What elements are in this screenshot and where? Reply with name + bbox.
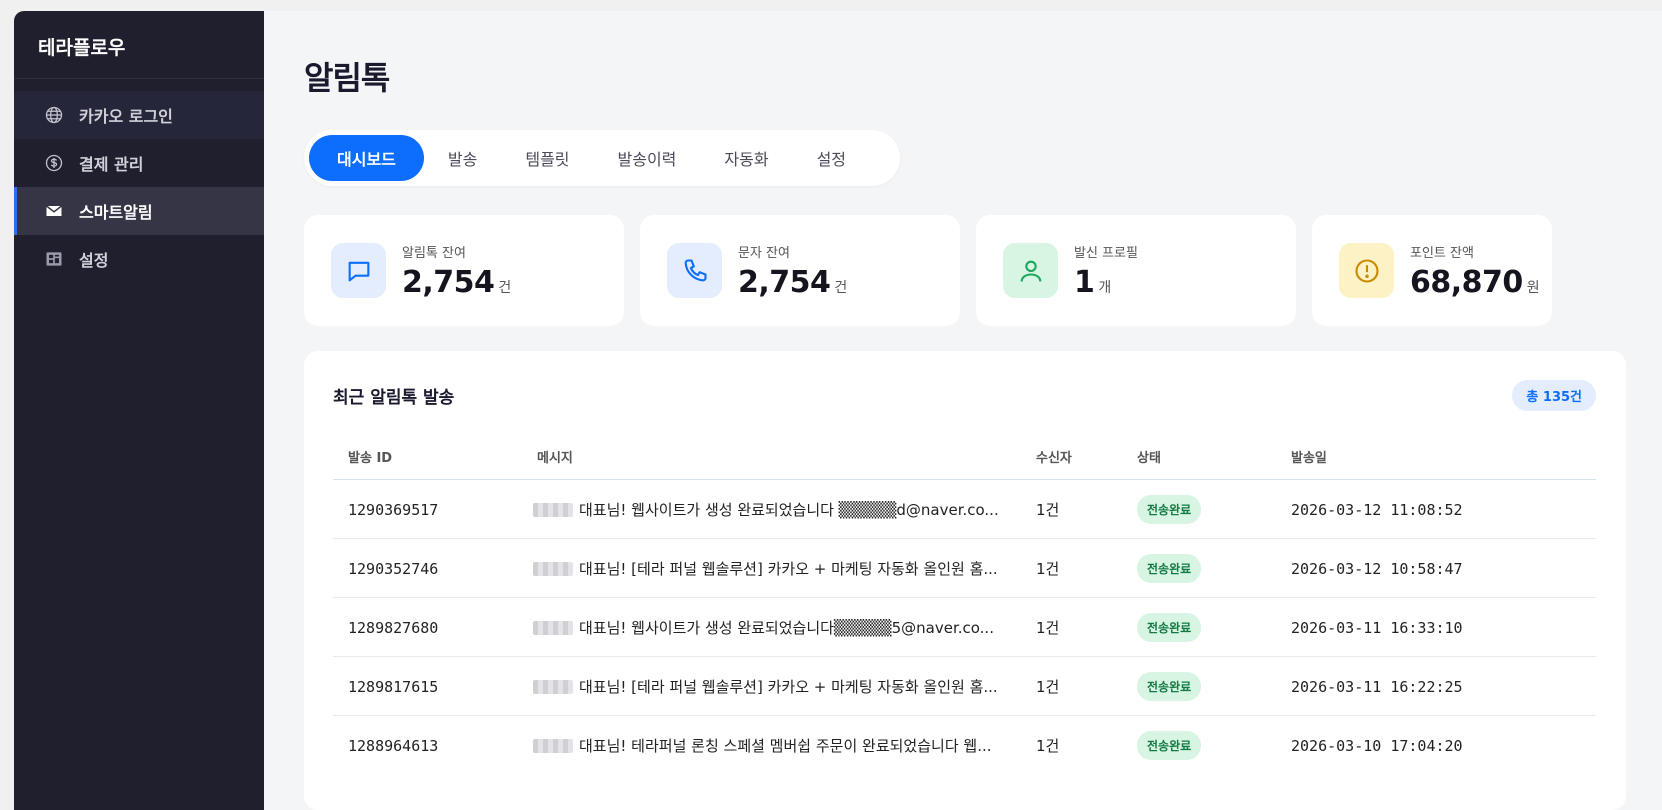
stat-value: 1개 — [1074, 264, 1111, 300]
send-id: 1288964613 — [348, 736, 439, 755]
tab-send[interactable]: 발송 — [424, 135, 501, 181]
status-badge: 전송완료 — [1137, 672, 1202, 701]
alert-icon — [1339, 243, 1394, 298]
dollar-icon — [43, 152, 65, 174]
sidebar-item-settings[interactable]: 설정 — [14, 235, 264, 283]
phone-icon — [667, 243, 722, 298]
stat-label: 문자 잔여 — [738, 245, 790, 261]
sidebar-item-label: 설정 — [79, 251, 109, 270]
message-preview: 대표님! 테라퍼널 론칭 스페셜 멤버쉽 주문이 완료되었습니다 웹... — [533, 716, 992, 775]
user-icon — [1003, 243, 1058, 298]
table-row[interactable]: 1289817615 대표님! [테라 퍼널 웹솔루션] 카카오 + 마케팅 자… — [333, 657, 1596, 716]
main-content: 알림톡 대시보드 발송 템플릿 발송이력 자동화 설정 알림톡 잔여 2,754… — [264, 11, 1662, 810]
total-count-badge: 총 135건 — [1512, 380, 1596, 411]
tab-bar: 대시보드 발송 템플릿 발송이력 자동화 설정 — [304, 130, 900, 186]
column-header-recipients[interactable]: 수신자 — [1036, 447, 1072, 466]
column-header-date[interactable]: 발송일 — [1291, 447, 1327, 466]
status-cell: 전송완료 — [1137, 598, 1202, 657]
send-id: 1290352746 — [348, 559, 439, 578]
globe-icon — [43, 104, 65, 126]
stat-value: 68,870 원 — [1410, 264, 1540, 300]
redacted-name — [533, 561, 573, 576]
sidebar-item-label: 카카오 로그인 — [79, 107, 173, 126]
table-row[interactable]: 1288964613 대표님! 테라퍼널 론칭 스페셜 멤버쉽 주문이 완료되었… — [333, 716, 1596, 775]
stat-card-sms: 문자 잔여 2,754 건 — [640, 215, 960, 326]
send-date: 2026-03-11 16:33:10 — [1291, 618, 1463, 637]
sidebar-item-smart-alert[interactable]: 스마트알림 — [14, 187, 264, 235]
dashboard-icon — [43, 248, 65, 270]
message-preview: 대표님! [테라 퍼널 웹솔루션] 카카오 + 마케팅 자동화 올인원 홈... — [533, 657, 998, 716]
stat-value: 2,754 건 — [402, 264, 511, 300]
send-id: 1290369517 — [348, 500, 439, 519]
card-title: 최근 알림톡 발송 — [333, 388, 455, 408]
send-date: 2026-03-12 10:58:47 — [1291, 559, 1463, 578]
sidebar-item-label: 스마트알림 — [79, 203, 153, 222]
status-badge: 전송완료 — [1137, 554, 1202, 583]
message-preview: 대표님! [테라 퍼널 웹솔루션] 카카오 + 마케팅 자동화 올인원 홈... — [533, 539, 998, 598]
page-title: 알림톡 — [304, 59, 390, 97]
recipient-count: 1건 — [1036, 501, 1060, 519]
stat-card-points: 포인트 잔액 68,870 원 — [1312, 215, 1552, 326]
status-badge: 전송완료 — [1137, 613, 1202, 642]
stat-label: 알림톡 잔여 — [402, 245, 466, 261]
column-header-message[interactable]: 메시지 — [537, 447, 573, 466]
recent-sends-card: 최근 알림톡 발송 총 135건 발송 ID 메시지 수신자 상태 발송일 12… — [304, 351, 1626, 810]
chat-icon — [331, 243, 386, 298]
stat-label: 발신 프로필 — [1074, 245, 1138, 261]
redacted-name — [533, 620, 573, 635]
status-cell: 전송완료 — [1137, 716, 1202, 775]
message-preview: 대표님! 웹사이트가 생성 완료되었습니다▒▒▒▒▒5@naver.co... — [533, 598, 994, 657]
status-cell: 전송완료 — [1137, 539, 1202, 598]
send-id: 1289827680 — [348, 618, 439, 637]
sidebar-item-payment[interactable]: 결제 관리 — [14, 139, 264, 187]
brand-logo[interactable]: 테라플로우 — [14, 11, 264, 79]
recipient-count: 1건 — [1036, 619, 1060, 637]
message-preview: 대표님! 웹사이트가 생성 완료되었습니다 ▒▒▒▒▒d@naver.co... — [533, 480, 999, 539]
stat-label: 포인트 잔액 — [1410, 245, 1474, 261]
sidebar-nav: 카카오 로그인 결제 관리 스마트알림 설정 — [14, 79, 264, 283]
recipient-count: 1건 — [1036, 678, 1060, 696]
status-badge: 전송완료 — [1137, 495, 1202, 524]
table-row[interactable]: 1289827680 대표님! 웹사이트가 생성 완료되었습니다▒▒▒▒▒5@n… — [333, 598, 1596, 657]
tab-dashboard[interactable]: 대시보드 — [309, 135, 424, 181]
send-date: 2026-03-10 17:04:20 — [1291, 736, 1463, 755]
column-header-status[interactable]: 상태 — [1137, 447, 1161, 466]
stat-card-sender-profile: 발신 프로필 1개 — [976, 215, 1296, 326]
sidebar-item-label: 결제 관리 — [79, 155, 144, 174]
stat-value: 2,754 건 — [738, 264, 847, 300]
sidebar-item-kakao-login[interactable]: 카카오 로그인 — [14, 91, 264, 139]
status-cell: 전송완료 — [1137, 480, 1202, 539]
tab-automation[interactable]: 자동화 — [700, 135, 792, 181]
table-row[interactable]: 1290369517 대표님! 웹사이트가 생성 완료되었습니다 ▒▒▒▒▒d@… — [333, 480, 1596, 539]
sidebar: 테라플로우 카카오 로그인 결제 관리 스마트알림 설정 — [14, 11, 264, 810]
tab-template[interactable]: 템플릿 — [501, 135, 593, 181]
tab-settings[interactable]: 설정 — [793, 135, 870, 181]
recipient-count: 1건 — [1036, 560, 1060, 578]
recipient-count: 1건 — [1036, 737, 1060, 755]
tab-history[interactable]: 발송이력 — [594, 135, 701, 181]
stat-card-alimtalk: 알림톡 잔여 2,754 건 — [304, 215, 624, 326]
status-cell: 전송완료 — [1137, 657, 1202, 716]
send-date: 2026-03-11 16:22:25 — [1291, 677, 1463, 696]
table-header: 발송 ID 메시지 수신자 상태 발송일 — [333, 429, 1596, 480]
send-date: 2026-03-12 11:08:52 — [1291, 500, 1463, 519]
send-id: 1289817615 — [348, 677, 439, 696]
table-row[interactable]: 1290352746 대표님! [테라 퍼널 웹솔루션] 카카오 + 마케팅 자… — [333, 539, 1596, 598]
redacted-name — [533, 502, 573, 517]
redacted-name — [533, 679, 573, 694]
redacted-name — [533, 738, 573, 753]
column-header-id[interactable]: 발송 ID — [348, 447, 392, 466]
mail-icon — [43, 200, 65, 222]
status-badge: 전송완료 — [1137, 731, 1202, 760]
